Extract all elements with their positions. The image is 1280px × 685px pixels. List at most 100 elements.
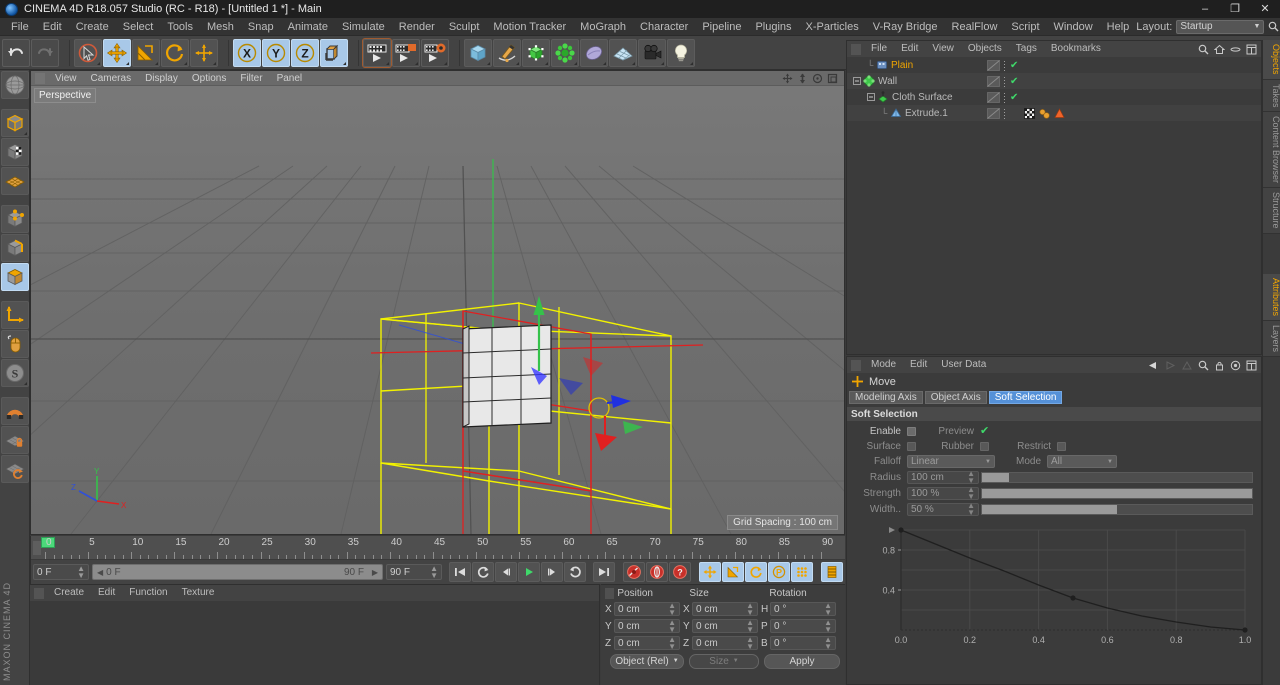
- menu-item-create[interactable]: Create: [69, 18, 116, 36]
- visibility-toggle-icon[interactable]: [987, 91, 1000, 103]
- render-view-button[interactable]: [362, 37, 392, 68]
- add-spline-button[interactable]: [493, 38, 521, 67]
- menu-item-pipeline[interactable]: Pipeline: [695, 18, 748, 36]
- scale-button[interactable]: [132, 38, 160, 67]
- rotation-field[interactable]: 0 ° ▲ ▼: [770, 619, 836, 634]
- viewport-panel[interactable]: Y X Z View Cameras Display Options Filter Pan…: [30, 70, 845, 535]
- width-slider[interactable]: [981, 503, 1253, 515]
- up-arrow-icon[interactable]: [1181, 360, 1193, 371]
- object-menu-file[interactable]: File: [864, 40, 894, 58]
- coordinate-mode-dropdown[interactable]: Object (Rel) ▼: [610, 653, 684, 669]
- zoom-icon[interactable]: [797, 73, 808, 84]
- spinner-icon[interactable]: ▲ ▼: [746, 636, 754, 651]
- spinner-icon[interactable]: ▲ ▼: [668, 636, 676, 651]
- spinner-icon-strength[interactable]: ▲ ▼: [967, 486, 975, 501]
- strength-field[interactable]: 100 % ▲ ▼: [907, 486, 979, 501]
- next-frame-button[interactable]: [541, 562, 563, 582]
- go-to-start-button[interactable]: [449, 562, 471, 582]
- expander-icon[interactable]: [853, 77, 861, 85]
- coordinates-grip-icon[interactable]: [605, 587, 615, 599]
- spinner-icon[interactable]: ▲ ▼: [824, 619, 832, 634]
- spinner-icon[interactable]: ▲ ▼: [668, 619, 676, 634]
- redo-button[interactable]: [31, 38, 59, 67]
- timeline-grip-icon[interactable]: [33, 541, 41, 555]
- material-grip-icon[interactable]: [34, 587, 44, 599]
- menu-item-edit[interactable]: Edit: [36, 18, 69, 36]
- move-button[interactable]: [103, 38, 131, 67]
- timeline-layout-button[interactable]: [821, 562, 843, 582]
- forward-arrow-icon[interactable]: [1164, 360, 1176, 371]
- layout-dropdown[interactable]: Startup ▼: [1176, 19, 1265, 34]
- material-menu-function[interactable]: Function: [122, 584, 174, 602]
- end-frame-field[interactable]: 90 F ▲ ▼: [386, 564, 442, 580]
- edge-tab-content-browser[interactable]: Content Browser: [1263, 112, 1280, 189]
- cloth-tag-icon[interactable]: [1054, 107, 1065, 119]
- object-menu-objects[interactable]: Objects: [961, 40, 1009, 58]
- add-cube-button[interactable]: [464, 38, 492, 67]
- material-menu-texture[interactable]: Texture: [175, 584, 222, 602]
- edge-mode-button[interactable]: [1, 234, 29, 262]
- enabled-check-icon[interactable]: ✔: [1010, 92, 1018, 102]
- rotation-field[interactable]: 0 ° ▲ ▼: [770, 602, 836, 617]
- radius-field[interactable]: 100 cm ▲ ▼: [907, 470, 979, 485]
- rotation-key-button[interactable]: [745, 562, 767, 582]
- axis-move-button[interactable]: [190, 38, 218, 67]
- play-button[interactable]: [518, 562, 540, 582]
- object-row[interactable]: Wall ✔: [847, 73, 1261, 89]
- y-axis-button[interactable]: Y: [262, 38, 290, 67]
- add-nurbs-button[interactable]: [522, 38, 550, 67]
- axis-mode-button[interactable]: [1, 301, 29, 329]
- viewport-grip-icon[interactable]: [35, 72, 45, 84]
- model-mode-button[interactable]: [1, 109, 29, 137]
- position-field[interactable]: 0 cm ▲ ▼: [614, 636, 680, 651]
- search-icon[interactable]: [1268, 21, 1279, 32]
- add-array-button[interactable]: [551, 38, 579, 67]
- edge-tab-structure[interactable]: Structure: [1263, 188, 1280, 234]
- minimize-button[interactable]: –: [1190, 0, 1220, 18]
- object-manager-grip-icon[interactable]: [851, 43, 861, 55]
- surface-checkbox[interactable]: [907, 442, 916, 451]
- size-mode-dropdown[interactable]: Size ▼: [689, 653, 759, 669]
- visibility-dots-icon[interactable]: [1003, 59, 1007, 71]
- object-row[interactable]: └ Plain ✔: [847, 57, 1261, 73]
- attributes-grip-icon[interactable]: [851, 359, 861, 371]
- previous-frame-button[interactable]: [495, 562, 517, 582]
- enabled-check-icon[interactable]: ✔: [1010, 60, 1018, 70]
- edge-tab-objects[interactable]: Objects: [1263, 40, 1280, 80]
- strength-slider[interactable]: [981, 487, 1253, 499]
- edge-tab-takes[interactable]: Takes: [1263, 79, 1280, 113]
- range-left-arrow-icon[interactable]: ◀: [97, 568, 103, 577]
- texture-mode-button[interactable]: [1, 167, 29, 195]
- material-list-area[interactable]: [30, 601, 599, 685]
- menu-item-help[interactable]: Help: [1100, 18, 1137, 36]
- checker-tag-icon[interactable]: [1024, 107, 1035, 119]
- undo-button[interactable]: [2, 38, 30, 67]
- close-button[interactable]: ✕: [1250, 0, 1280, 18]
- menu-item-snap[interactable]: Snap: [241, 18, 281, 36]
- menu-item-sculpt[interactable]: Sculpt: [442, 18, 487, 36]
- search-icon[interactable]: [1198, 44, 1209, 55]
- position-key-button[interactable]: [699, 562, 721, 582]
- world-coordinate-button[interactable]: [320, 38, 348, 67]
- size-field[interactable]: 0 cm ▲ ▼: [692, 602, 758, 617]
- viewport-camera-label[interactable]: Perspective: [34, 88, 97, 103]
- menu-item-render[interactable]: Render: [392, 18, 442, 36]
- search-icon[interactable]: [1198, 360, 1209, 371]
- spinner-icon[interactable]: ▲ ▼: [824, 636, 832, 651]
- point-mode-button[interactable]: [1, 205, 29, 233]
- visibility-toggle-icon[interactable]: [987, 59, 1000, 71]
- play-forwards-button[interactable]: [564, 562, 586, 582]
- mode-dropdown[interactable]: All ▼: [1047, 455, 1117, 468]
- object-tree[interactable]: └ Plain ✔ Wall ✔ Cloth Surface ✔ └ Extrude.1: [847, 57, 1261, 121]
- autokeying-button[interactable]: [646, 562, 668, 582]
- falloff-curve-svg[interactable]: 0.4 0.8 0.0 0.2 0.4 0.6 0.8 1.0: [849, 522, 1259, 682]
- viewport-menu-display[interactable]: Display: [138, 71, 185, 86]
- spinner-icon[interactable]: ▲ ▼: [746, 602, 754, 617]
- lock-icon[interactable]: [1214, 360, 1225, 371]
- menu-item-mesh[interactable]: Mesh: [200, 18, 241, 36]
- attributes-tab-object-axis[interactable]: Object Axis: [924, 391, 987, 404]
- spinner-icon[interactable]: ▲ ▼: [668, 602, 676, 617]
- target-icon[interactable]: [1230, 360, 1241, 371]
- menu-item-character[interactable]: Character: [633, 18, 695, 36]
- object-name[interactable]: Cloth Surface: [892, 92, 953, 103]
